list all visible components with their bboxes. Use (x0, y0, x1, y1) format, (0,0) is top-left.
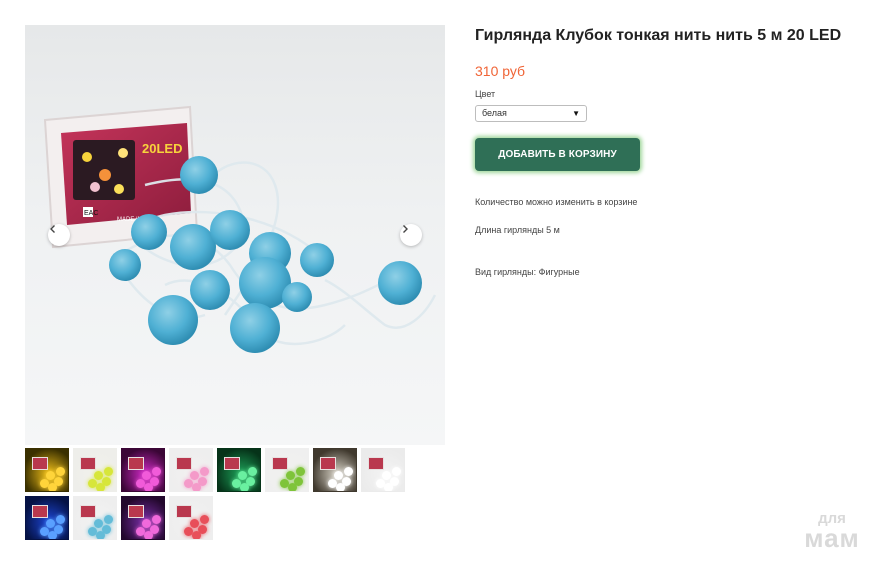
thumb-warm-white[interactable] (313, 448, 357, 492)
thumb-ball (296, 467, 305, 476)
thumb-yellow[interactable] (25, 448, 69, 492)
thumb-white[interactable] (361, 448, 405, 492)
thumb-package-box (128, 505, 144, 518)
add-to-cart-button[interactable]: ДОБАВИТЬ В КОРЗИНУ (475, 138, 640, 171)
thumbnail-strip (25, 448, 425, 540)
thumb-blue[interactable] (25, 496, 69, 540)
thumb-ball (48, 531, 57, 539)
gallery-prev-button[interactable] (48, 224, 70, 246)
thumb-ball (56, 467, 65, 476)
thumb-ball (96, 483, 105, 491)
product-main-image: 20LED MADE IN CHINA EAC (25, 25, 445, 445)
chevron-right-icon (403, 225, 408, 233)
thumb-green-day[interactable] (265, 448, 309, 492)
thumb-multicolor-day[interactable] (169, 496, 213, 540)
thumb-green[interactable] (217, 448, 261, 492)
garland-type: Вид гирлянды: Фигурные (475, 267, 580, 277)
thumb-ball (144, 483, 153, 491)
product-photo: 20LED MADE IN CHINA EAC (43, 105, 437, 353)
thumb-ball (192, 531, 201, 539)
thumb-ball (192, 483, 201, 491)
thumb-ball (152, 467, 161, 476)
thumb-ball (200, 467, 209, 476)
color-select-value: белая (482, 108, 507, 118)
box-led-label: 20LED (142, 141, 182, 156)
color-select[interactable]: белая ▼ (475, 105, 587, 122)
package-box: 20LED MADE IN CHINA EAC (43, 105, 199, 249)
thumb-package-box (80, 505, 96, 518)
thumb-pink[interactable] (169, 448, 213, 492)
thumb-multicolor[interactable] (121, 496, 165, 540)
thumb-ball (248, 467, 257, 476)
thumb-ball (336, 483, 345, 491)
product-title: Гирлянда Клубок тонкая нить нить 5 м 20 … (475, 27, 842, 44)
thumb-package-box (32, 505, 48, 518)
thumb-ball (288, 483, 297, 491)
thumb-ball (48, 483, 57, 491)
thumb-package-box (128, 457, 144, 470)
thumb-package-box (224, 457, 240, 470)
thumb-ball (104, 467, 113, 476)
thumb-lime[interactable] (73, 448, 117, 492)
thumb-ball (152, 515, 161, 524)
thumb-package-box (176, 457, 192, 470)
thumb-ball (200, 515, 209, 524)
site-watermark-logo: для мам (796, 511, 868, 553)
thumb-ball (56, 515, 65, 524)
quantity-note: Количество можно изменить в корзине (475, 197, 638, 207)
gallery-next-button[interactable] (400, 224, 422, 246)
thumb-ball (392, 467, 401, 476)
thumb-package-box (80, 457, 96, 470)
thumb-package-box (320, 457, 336, 470)
thumb-package-box (176, 505, 192, 518)
thumb-cyan[interactable] (73, 496, 117, 540)
thumb-ball (384, 483, 393, 491)
thumb-ball (144, 531, 153, 539)
thumb-ball (240, 483, 249, 491)
caret-down-icon: ▼ (572, 109, 580, 118)
svg-text:EAC: EAC (84, 210, 98, 217)
product-price: 310 руб (475, 63, 526, 79)
thumb-ball (344, 467, 353, 476)
thumb-package-box (272, 457, 288, 470)
thumb-ball (96, 531, 105, 539)
thumb-magenta[interactable] (121, 448, 165, 492)
watermark-line-2: мам (804, 523, 860, 553)
garland-length: Длина гирлянды 5 м (475, 225, 560, 235)
thumb-ball (104, 515, 113, 524)
chevron-left-icon (50, 225, 55, 233)
thumb-package-box (368, 457, 384, 470)
color-label: Цвет (475, 89, 496, 99)
thumb-package-box (32, 457, 48, 470)
